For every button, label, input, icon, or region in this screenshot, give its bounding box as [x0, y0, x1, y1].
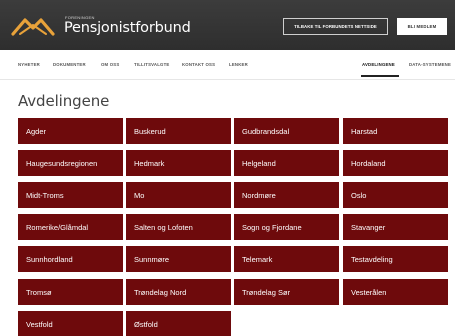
department-tile[interactable]: Trøndelag Sør	[234, 279, 339, 305]
site-header: FORENINGEN Pensjonistforbund TILBAKE TIL…	[0, 0, 455, 50]
department-tile[interactable]: Vesterålen	[343, 279, 448, 305]
department-tile[interactable]: Midt-Troms	[18, 182, 123, 208]
department-tile[interactable]: Vestfold	[18, 311, 123, 336]
main-nav: NYHETER DOKUMENTER OM OSS TILLITSVALGTE …	[0, 50, 455, 80]
nav-item-om-oss[interactable]: OM OSS	[101, 62, 119, 67]
department-tile[interactable]: Gudbrandsdal	[234, 118, 339, 144]
department-tile[interactable]: Hedmark	[126, 150, 231, 176]
department-tile[interactable]: Testavdeling	[343, 246, 448, 272]
page-title: Avdelingene	[18, 92, 110, 110]
department-tile[interactable]: Nordmøre	[234, 182, 339, 208]
nav-item-lenker[interactable]: LENKER	[229, 62, 248, 67]
department-tile[interactable]: Harstad	[343, 118, 448, 144]
wing-logo-icon[interactable]	[11, 16, 55, 38]
department-tile[interactable]: Salten og Lofoten	[126, 214, 231, 240]
department-tile[interactable]: Sunnhordland	[18, 246, 123, 272]
nav-item-data-systemene[interactable]: DATA-SYSTEMENE	[409, 62, 451, 67]
back-to-main-site-button[interactable]: TILBAKE TIL FORBUNDETS NETTSIDE	[283, 18, 388, 35]
department-tile[interactable]: Haugesundsregionen	[18, 150, 123, 176]
department-tile[interactable]: Agder	[18, 118, 123, 144]
department-tile[interactable]: Stavanger	[343, 214, 448, 240]
department-tile[interactable]: Østfold	[126, 311, 231, 336]
active-nav-indicator	[361, 75, 399, 77]
department-tile[interactable]: Sogn og Fjordane	[234, 214, 339, 240]
nav-item-dokumenter[interactable]: DOKUMENTER	[53, 62, 86, 67]
become-member-button[interactable]: BLI MEDLEM	[397, 18, 447, 35]
department-tile[interactable]: Trøndelag Nord	[126, 279, 231, 305]
logo-text[interactable]: Pensjonistforbund	[64, 20, 191, 36]
department-tile[interactable]: Tromsø	[18, 279, 123, 305]
department-tile[interactable]: Helgeland	[234, 150, 339, 176]
nav-item-tillitsvalgte[interactable]: TILLITSVALGTE	[134, 62, 169, 67]
nav-item-avdelingene[interactable]: AVDELINGENE	[362, 62, 395, 67]
department-tile[interactable]: Mo	[126, 182, 231, 208]
department-tile[interactable]: Telemark	[234, 246, 339, 272]
department-tile[interactable]: Hordaland	[343, 150, 448, 176]
department-tile[interactable]: Buskerud	[126, 118, 231, 144]
nav-item-nyheter[interactable]: NYHETER	[18, 62, 40, 67]
department-tile[interactable]: Oslo	[343, 182, 448, 208]
nav-item-kontakt-oss[interactable]: KONTAKT OSS	[182, 62, 215, 67]
department-tile[interactable]: Romerike/Glåmdal	[18, 214, 123, 240]
department-tile[interactable]: Sunnmøre	[126, 246, 231, 272]
department-grid: Agder Buskerud Gudbrandsdal Harstad Haugesun…	[18, 118, 455, 336]
